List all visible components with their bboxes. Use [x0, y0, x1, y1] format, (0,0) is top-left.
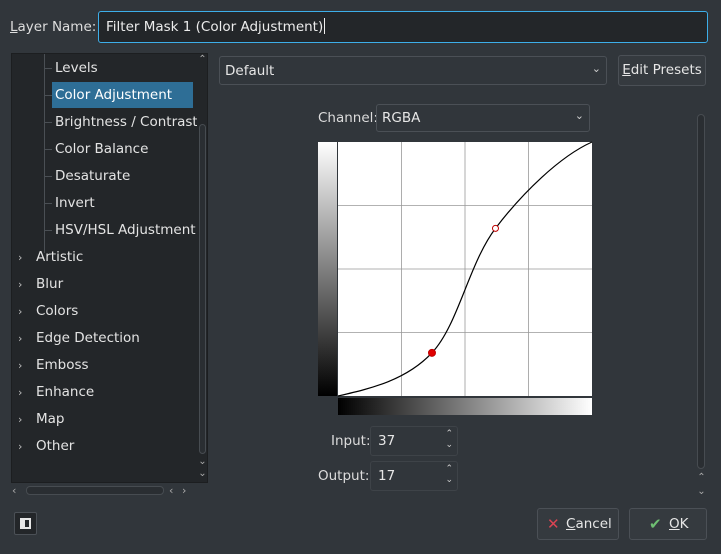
- scroll-up-icon[interactable]: ⌃: [695, 472, 708, 483]
- tree-guide-line: [44, 230, 52, 231]
- chevron-right-icon[interactable]: ›: [18, 245, 36, 271]
- tree-guide-line: [44, 122, 52, 123]
- tree-category-label: Emboss: [36, 357, 89, 373]
- input-value: 37: [378, 433, 396, 449]
- curve-point[interactable]: [491, 224, 499, 232]
- tree-item-brightness-contrast[interactable]: Brightness / Contrast: [52, 109, 197, 135]
- tree-category-label: Map: [36, 411, 65, 427]
- scrollbar-track[interactable]: [697, 114, 705, 469]
- layer-name-label: Layer Name:: [10, 19, 97, 35]
- filter-tree-list: Levels Color Adjustment Brightness / Contr…: [12, 54, 197, 482]
- input-gradient-bar: [338, 398, 592, 415]
- channel-combo[interactable]: RGBA ⌄: [376, 104, 590, 132]
- x-icon: ✕: [547, 515, 560, 533]
- tree-category-label: Edge Detection: [36, 330, 140, 346]
- tree-category-label: Artistic: [36, 249, 84, 265]
- tree-guide-line: [44, 149, 52, 150]
- tree-guide-line: [44, 95, 52, 96]
- panel-toggle-button[interactable]: [14, 512, 37, 535]
- channel-label: Channel:: [318, 110, 378, 126]
- curve-point-selected[interactable]: [427, 348, 436, 357]
- chevron-right-icon[interactable]: ›: [18, 272, 36, 298]
- tree-item-invert[interactable]: Invert: [52, 190, 95, 216]
- scroll-left-icon[interactable]: ‹: [12, 484, 16, 497]
- tree-category-artistic[interactable]: › Artistic: [18, 244, 83, 270]
- output-label: Output:: [318, 468, 370, 484]
- tree-category-label: Enhance: [36, 384, 95, 400]
- tree-guide-line: [44, 54, 45, 253]
- tree-category-other[interactable]: › Other: [18, 433, 74, 459]
- layer-name-value: Filter Mask 1 (Color Adjustment): [106, 19, 324, 35]
- tree-item-color-balance[interactable]: Color Balance: [52, 136, 148, 162]
- spin-arrows-icon[interactable]: ⌃ ⌄: [445, 429, 453, 451]
- input-label: Input:: [331, 433, 371, 449]
- output-spinbox[interactable]: 17 ⌃ ⌄: [370, 461, 458, 491]
- tree-horizontal-scrollbar[interactable]: ‹ ‹ ›: [12, 484, 192, 498]
- chevron-right-icon[interactable]: ›: [18, 407, 36, 433]
- chevron-down-icon: ⌄: [574, 109, 584, 122]
- check-icon: ✔: [649, 515, 662, 533]
- tree-category-label: Blur: [36, 276, 64, 292]
- tree-category-label: Other: [36, 438, 75, 454]
- tree-category-edge-detection[interactable]: › Edge Detection: [18, 325, 140, 351]
- output-value: 17: [378, 468, 396, 484]
- chevron-down-icon: ⌄: [591, 62, 601, 75]
- channel-value: RGBA: [382, 110, 421, 126]
- cancel-label: Cancel: [566, 516, 612, 532]
- tree-category-emboss[interactable]: › Emboss: [18, 352, 89, 378]
- tree-category-enhance[interactable]: › Enhance: [18, 379, 94, 405]
- chevron-right-icon[interactable]: ›: [18, 380, 36, 406]
- right-vertical-scrollbar[interactable]: ⌃ ⌄: [695, 104, 708, 500]
- output-gradient-bar: [318, 142, 337, 396]
- chevron-right-icon[interactable]: ›: [18, 353, 36, 379]
- tree-category-label: Colors: [36, 303, 79, 319]
- scroll-left-icon[interactable]: ‹: [169, 484, 173, 497]
- scroll-down-icon[interactable]: ⌄: [695, 486, 708, 497]
- cancel-button[interactable]: ✕ Cancel: [537, 508, 619, 540]
- tree-item-hsv-hsl-adjustment[interactable]: HSV/HSL Adjustment: [52, 217, 196, 243]
- chevron-right-icon[interactable]: ›: [18, 434, 36, 460]
- layer-name-input[interactable]: Filter Mask 1 (Color Adjustment): [98, 11, 708, 43]
- scroll-up-icon[interactable]: ⌃: [197, 54, 208, 66]
- tree-item-desaturate[interactable]: Desaturate: [52, 163, 130, 189]
- chevron-right-icon[interactable]: ›: [18, 299, 36, 325]
- sidebar-icon: [20, 518, 31, 529]
- tree-category-blur[interactable]: › Blur: [18, 271, 63, 297]
- filter-tree-panel: Levels Color Adjustment Brightness / Contr…: [11, 53, 208, 483]
- tree-item-levels[interactable]: Levels: [52, 55, 98, 81]
- chevron-right-icon[interactable]: ›: [18, 326, 36, 352]
- scroll-down-icon[interactable]: ⌄ ⌄: [197, 456, 208, 480]
- ok-label: OK: [669, 516, 689, 532]
- scrollbar-track[interactable]: [26, 486, 164, 495]
- edit-presets-button[interactable]: Edit Presets: [618, 55, 706, 86]
- tree-category-map[interactable]: › Map: [18, 406, 65, 432]
- tree-guide-line: [44, 176, 52, 177]
- ok-button[interactable]: ✔ OK: [629, 508, 707, 540]
- tree-vertical-scrollbar[interactable]: ⌃ ⌄ ⌄: [197, 54, 208, 482]
- tree-guide-line: [44, 203, 52, 204]
- curve-editor[interactable]: [316, 140, 596, 420]
- scrollbar-track[interactable]: [199, 124, 206, 454]
- tree-guide-line: [44, 68, 52, 69]
- input-spinbox[interactable]: 37 ⌃ ⌄: [370, 426, 458, 456]
- spin-arrows-icon[interactable]: ⌃ ⌄: [445, 464, 453, 486]
- preset-value: Default: [225, 63, 275, 79]
- preset-combo[interactable]: Default ⌄: [219, 56, 607, 85]
- scroll-right-icon[interactable]: ›: [182, 484, 186, 497]
- tree-item-color-adjustment[interactable]: Color Adjustment: [52, 82, 193, 108]
- tree-category-colors[interactable]: › Colors: [18, 298, 78, 324]
